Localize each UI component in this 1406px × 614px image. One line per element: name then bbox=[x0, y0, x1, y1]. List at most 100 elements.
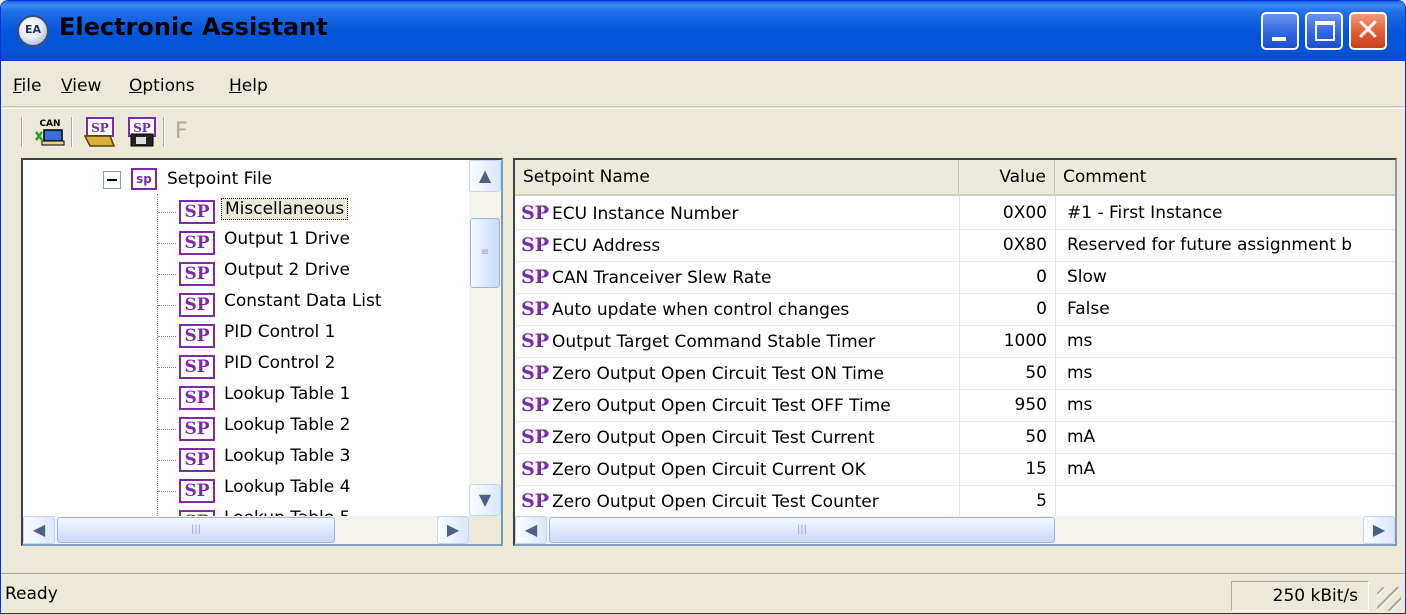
setpoint-icon: SP bbox=[179, 293, 215, 317]
setpoint-icon: SP bbox=[521, 394, 550, 416]
setpoint-name: ECU Address bbox=[552, 236, 661, 256]
setpoint-icon: SP bbox=[521, 490, 550, 512]
setpoint-name: ECU Instance Number bbox=[552, 204, 739, 224]
column-header-value[interactable]: Value bbox=[959, 160, 1055, 194]
chevron-right-icon: ▶ bbox=[446, 520, 460, 539]
maximize-icon bbox=[1315, 21, 1335, 41]
minimize-button[interactable] bbox=[1261, 12, 1299, 50]
table-row[interactable]: SP ECU Address 0X80 Reserved for future ass… bbox=[515, 228, 1395, 262]
table-body: SP ECU Instance Number 0X00 #1 - First Inst… bbox=[515, 196, 1395, 516]
scroll-thumb[interactable]: ≡ bbox=[470, 218, 500, 288]
title-bar[interactable]: EA Electronic Assistant ✕ bbox=[1, 1, 1405, 61]
setpoint-comment-cell: ms bbox=[1067, 331, 1093, 351]
table-row[interactable]: SP Auto update when control changes 0 False bbox=[515, 292, 1395, 326]
resize-grip-icon[interactable] bbox=[1377, 587, 1401, 611]
can-connect-icon[interactable]: CAN bbox=[34, 116, 66, 148]
toolbar: CAN SP SP F bbox=[1, 108, 1405, 156]
table-row[interactable]: SP Zero Output Open Circuit Test Counter 5 bbox=[515, 484, 1395, 516]
table-row[interactable]: SP Output Target Command Stable Timer 1000… bbox=[515, 324, 1395, 358]
scroll-left-button[interactable]: ◀ bbox=[515, 516, 547, 544]
tree-item-label: PID Control 2 bbox=[224, 353, 336, 373]
table-row[interactable]: SP CAN Tranceiver Slew Rate 0 Slow bbox=[515, 260, 1395, 294]
menu-view[interactable]: View bbox=[61, 76, 101, 96]
tree-connector bbox=[158, 212, 176, 213]
setpoint-icon: SP bbox=[179, 200, 215, 224]
setpoint-value-cell[interactable]: 0 bbox=[959, 260, 1047, 294]
chevron-right-icon: ▶ bbox=[1372, 520, 1386, 539]
maximize-button[interactable] bbox=[1305, 12, 1343, 50]
scroll-right-button[interactable]: ▶ bbox=[1363, 516, 1395, 544]
main-window: EA Electronic Assistant ✕ File View Opti… bbox=[0, 0, 1406, 614]
setpoint-value-cell[interactable]: 5 bbox=[959, 484, 1047, 516]
toolbar-grip bbox=[21, 117, 23, 147]
setpoint-value-cell[interactable]: 50 bbox=[959, 420, 1047, 454]
setpoint-value-cell[interactable]: 50 bbox=[959, 356, 1047, 390]
setpoint-name: Auto update when control changes bbox=[552, 300, 850, 320]
close-icon: ✕ bbox=[1355, 13, 1381, 48]
menu-options[interactable]: Options bbox=[129, 76, 195, 96]
minimize-icon bbox=[1272, 37, 1286, 41]
tree-item-label: Lookup Table 1 bbox=[224, 384, 351, 404]
setpoint-icon: SP bbox=[521, 234, 550, 256]
menu-help-label: elp bbox=[241, 76, 268, 96]
tree-item-label: Lookup Table 3 bbox=[224, 446, 351, 466]
setpoint-comment-cell: #1 - First Instance bbox=[1067, 203, 1223, 223]
setpoint-name: Zero Output Open Circuit Test ON Time bbox=[552, 364, 884, 384]
table-row[interactable]: SP Zero Output Open Circuit Test ON Time 5… bbox=[515, 356, 1395, 390]
tree-item-label: Output 1 Drive bbox=[224, 229, 350, 249]
scroll-thumb[interactable]: ||| bbox=[57, 517, 335, 543]
setpoint-name: Zero Output Open Circuit Test Current bbox=[552, 428, 875, 448]
save-setpoint-icon[interactable]: SP bbox=[126, 116, 158, 148]
setpoint-name-cell: SP Zero Output Open Circuit Test OFF Time bbox=[521, 388, 957, 422]
open-icon-label: SP bbox=[91, 121, 109, 135]
setpoint-value-cell[interactable]: 0 bbox=[959, 292, 1047, 326]
tree-horizontal-scrollbar[interactable]: ◀ ||| ▶ bbox=[23, 516, 469, 544]
table-row[interactable]: SP Zero Output Open Circuit Current OK 15 m… bbox=[515, 452, 1395, 486]
tree-item-label: Lookup Table 4 bbox=[224, 477, 351, 497]
setpoint-value-cell[interactable]: 0X00 bbox=[959, 196, 1047, 230]
setpoint-comment-cell: ms bbox=[1067, 363, 1093, 383]
setpoint-value-cell[interactable]: 15 bbox=[959, 452, 1047, 486]
setpoint-name-cell: SP Auto update when control changes bbox=[521, 292, 957, 326]
scroll-right-button[interactable]: ▶ bbox=[437, 516, 469, 544]
menu-file[interactable]: File bbox=[13, 76, 41, 96]
scroll-left-button[interactable]: ◀ bbox=[23, 516, 55, 544]
menu-options-label: ptions bbox=[142, 76, 195, 96]
tree-connector bbox=[158, 367, 176, 368]
setpoint-tree[interactable]: sp Setpoint File SP Miscellaneous SP Output… bbox=[23, 160, 469, 516]
table-horizontal-scrollbar[interactable]: ◀ ||| ▶ bbox=[515, 516, 1395, 544]
menu-file-mnemonic: F bbox=[13, 76, 22, 96]
menu-help-mnemonic: H bbox=[229, 76, 242, 96]
column-header-comment[interactable]: Comment bbox=[1055, 160, 1395, 194]
setpoint-value-cell[interactable]: 1000 bbox=[959, 324, 1047, 358]
tree-vertical-scrollbar[interactable]: ▲ ≡ ▼ bbox=[469, 160, 501, 516]
setpoint-value-cell[interactable]: 0X80 bbox=[959, 228, 1047, 262]
chevron-left-icon: ◀ bbox=[524, 520, 538, 539]
tree-item-label: Lookup Table 2 bbox=[224, 415, 351, 435]
collapse-icon[interactable] bbox=[103, 171, 121, 189]
menu-view-label: iew bbox=[72, 76, 102, 96]
setpoint-icon: SP bbox=[521, 330, 550, 352]
setpoint-icon: SP bbox=[179, 479, 215, 503]
table-row[interactable]: SP Zero Output Open Circuit Test OFF Time… bbox=[515, 388, 1395, 422]
open-setpoint-icon[interactable]: SP bbox=[84, 116, 116, 148]
table-row[interactable]: SP ECU Instance Number 0X00 #1 - First Inst… bbox=[515, 196, 1395, 230]
setpoint-value-cell[interactable]: 950 bbox=[959, 388, 1047, 422]
close-button[interactable]: ✕ bbox=[1349, 12, 1387, 50]
setpoint-table-pane[interactable]: Setpoint Name Value Comment SP ECU Instan… bbox=[513, 158, 1397, 546]
menu-help[interactable]: Help bbox=[229, 76, 268, 96]
scroll-down-button[interactable]: ▼ bbox=[469, 484, 501, 516]
table-row[interactable]: SP Zero Output Open Circuit Test Current 5… bbox=[515, 420, 1395, 454]
tree-connector bbox=[158, 429, 176, 430]
setpoint-name-cell: SP Zero Output Open Circuit Test ON Time bbox=[521, 356, 957, 390]
scroll-thumb[interactable]: ||| bbox=[549, 517, 1055, 543]
table-header: Setpoint Name Value Comment bbox=[515, 160, 1395, 196]
setpoint-comment-cell bbox=[1067, 484, 1395, 516]
setpoint-icon: SP bbox=[521, 298, 550, 320]
tree-connector bbox=[158, 305, 176, 306]
f-button[interactable]: F bbox=[175, 119, 207, 151]
tree-pane[interactable]: sp Setpoint File SP Miscellaneous SP Output… bbox=[21, 158, 503, 546]
column-header-setpoint-name[interactable]: Setpoint Name bbox=[515, 160, 959, 194]
scroll-up-button[interactable]: ▲ bbox=[469, 160, 501, 192]
setpoint-name-cell: SP Zero Output Open Circuit Test Current bbox=[521, 420, 957, 454]
